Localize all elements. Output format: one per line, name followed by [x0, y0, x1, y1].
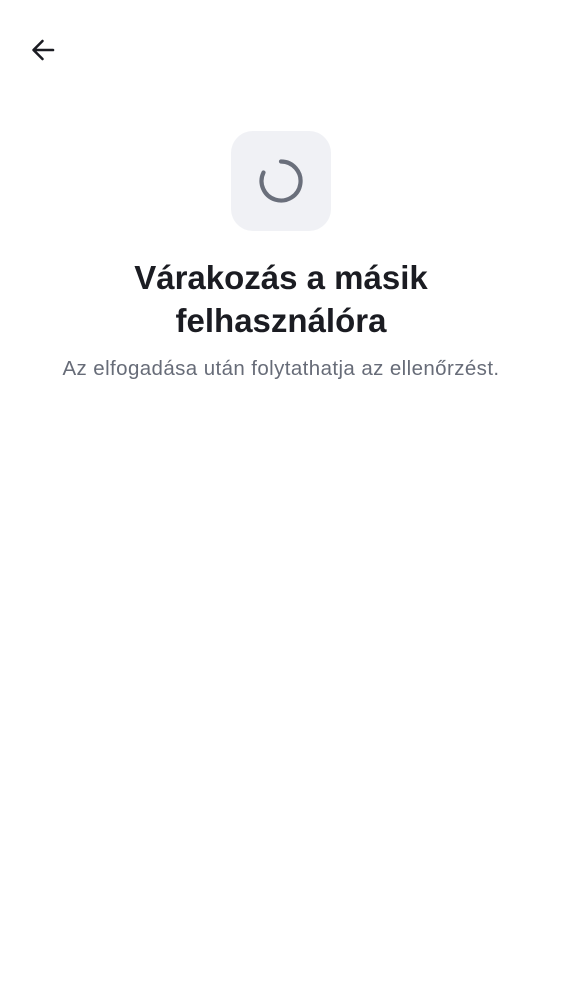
back-button[interactable]	[21, 28, 65, 72]
page-title-line-2: felhasználóra	[175, 302, 387, 339]
page-title-line-1: Várakozás a másik	[134, 259, 428, 296]
loading-spinner-icon	[259, 159, 303, 203]
page-title: Várakozás a másik felhasználóra	[0, 256, 562, 342]
arrow-left-icon	[32, 39, 55, 61]
loading-indicator	[231, 131, 331, 231]
page-subtitle: Az elfogadása után folytathatja az ellen…	[62, 357, 500, 380]
